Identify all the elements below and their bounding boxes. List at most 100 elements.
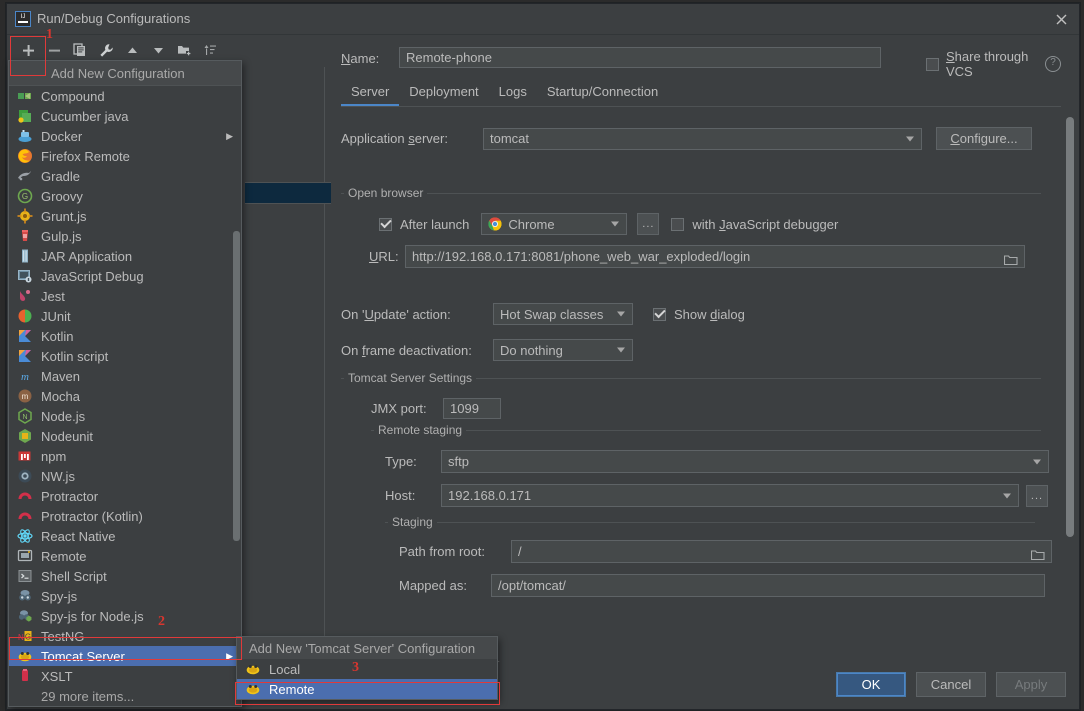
popup-item-javascript-debug[interactable]: JavaScript Debug [9,266,241,286]
path-from-root-input[interactable]: / [511,540,1052,563]
close-icon[interactable] [1049,8,1073,30]
js-debugger-checkbox[interactable] [671,217,685,231]
testng-icon: NG [17,628,33,644]
popup-item-mocha[interactable]: m Mocha [9,386,241,406]
form-scrollbar-thumb[interactable] [1066,117,1074,537]
popup-item-jar-application[interactable]: JAR Application [9,246,241,266]
edit-templates-button[interactable] [94,39,118,61]
browser-combo[interactable]: Chrome [481,213,628,235]
on-update-action-combo[interactable]: Hot Swap classes [493,303,633,325]
move-down-button[interactable] [146,39,170,61]
popup-item-label: Shell Script [41,568,107,584]
popup-item-maven[interactable]: m Maven [9,366,241,386]
name-label: Name: [341,51,380,66]
popup-item-firefox-remote[interactable]: Firefox Remote [9,146,241,166]
mapped-as-input[interactable]: /opt/tomcat/ [491,574,1045,597]
popup-item-gradle[interactable]: Gradle [9,166,241,186]
chevron-right-icon: ▶ [226,130,233,141]
popup-item-node-js[interactable]: N Node.js [9,406,241,426]
submenu-item-local[interactable]: Local [237,659,497,679]
tomcat-server-popup-item[interactable]: Tomcat Server ▶ [9,646,241,666]
folder-icon[interactable] [1030,546,1045,560]
ok-button[interactable]: OK [836,672,906,697]
tab-server[interactable]: Server [341,80,400,106]
popup-item-cucumber-java[interactable]: Cucumber java [9,106,241,126]
popup-item-protractor[interactable]: Protractor [9,486,241,506]
url-label: URL: [369,249,399,264]
show-dialog-checkbox[interactable] [653,307,666,321]
popup-item-spy-js[interactable]: Spy-js [9,586,241,606]
popup-item-groovy[interactable]: G Groovy [9,186,241,206]
after-launch-checkbox[interactable] [379,217,392,231]
popup-item-more-items[interactable]: 29 more items... [9,686,241,706]
on-update-action-label: On 'Update' action: [341,306,451,322]
tomcat-server-settings-group: Tomcat Server Settings JMX port: 1099 Re… [341,371,1052,668]
selected-configuration-row[interactable] [245,182,331,204]
popup-item-junit[interactable]: JUnit [9,306,241,326]
jmx-port-input[interactable]: 1099 [443,398,501,419]
shell-script-icon [17,568,33,584]
url-input[interactable]: http://192.168.0.171:8081/phone_web_war_… [405,245,1025,268]
help-icon[interactable]: ? [1045,56,1061,72]
folder-icon[interactable] [1003,251,1018,265]
popup-item-gulp-js[interactable]: Gulp.js [9,226,241,246]
popup-item-compound[interactable]: Compound [9,86,241,106]
application-server-combo[interactable]: tomcat [483,127,922,150]
staging-type-combo[interactable]: sftp [441,450,1049,473]
popup-item-xslt[interactable]: XSLT [9,666,241,686]
browser-ellipsis-button[interactable]: ... [637,213,660,235]
popup-item-nw-js[interactable]: NW.js [9,466,241,486]
on-frame-deactivation-combo[interactable]: Do nothing [493,339,633,361]
staging-host-combo[interactable]: 192.168.0.171 [441,484,1019,507]
popup-item-jest[interactable]: Jest [9,286,241,306]
chevron-down-icon [1003,493,1011,498]
apply-button[interactable]: Apply [996,672,1066,697]
name-input-value: Remote-phone [406,50,492,65]
nodeunit-icon [17,428,33,444]
remote-staging-title: Remote staging [374,423,467,437]
tab-logs[interactable]: Logs [489,80,537,105]
popup-item-label: Cucumber java [41,108,129,124]
tab-deployment[interactable]: Deployment [399,80,488,105]
popup-item-shell-script[interactable]: Shell Script [9,566,241,586]
jmx-port-row: JMX port: 1099 [371,398,501,419]
chevron-right-icon: ▶ [226,650,233,661]
cancel-button[interactable]: Cancel [916,672,986,697]
popup-item-remote[interactable]: Remote [9,546,241,566]
jar-icon [17,248,33,264]
share-through-vcs-control[interactable]: Share through VCS ? [926,49,1061,79]
popup-item-label: Spy-js for Node.js [41,608,144,624]
react-native-icon [17,528,33,544]
group-divider [371,430,1041,431]
popup-item-nodeunit[interactable]: Nodeunit [9,426,241,446]
popup-item-docker[interactable]: Docker ▶ [9,126,241,146]
staging-host-browse-button[interactable]: ... [1026,484,1048,507]
nwjs-icon [17,468,33,484]
popup-list[interactable]: Compound Cucumber java Docker ▶ Firefox Remo… [9,86,241,706]
open-browser-group-title: Open browser [344,186,428,200]
add-configuration-button[interactable] [16,39,40,61]
popup-scrollbar-thumb[interactable] [233,231,240,541]
on-frame-deactivation-row: On frame deactivation: Do nothing [341,339,633,361]
popup-item-kotlin[interactable]: Kotlin [9,326,241,346]
move-into-folder-button[interactable] [172,39,196,61]
tab-startup-connection[interactable]: Startup/Connection [537,80,668,105]
share-through-vcs-checkbox[interactable] [926,57,939,71]
configure-button[interactable]: Configure... [936,127,1032,150]
url-input-value: http://192.168.0.171:8081/phone_web_war_… [412,249,751,264]
popup-item-label: Protractor [41,488,99,504]
popup-item-testng[interactable]: N G TestNG [9,626,241,646]
name-input[interactable]: Remote-phone [399,47,881,68]
popup-item-spy-js-for-node-js[interactable]: Spy-js for Node.js [9,606,241,626]
popup-item-protractor-kotlin[interactable]: Protractor (Kotlin) [9,506,241,526]
submenu-item-remote[interactable]: Remote [237,679,497,699]
popup-item-react-native[interactable]: React Native [9,526,241,546]
sort-configurations-button[interactable] [198,39,222,61]
popup-item-kotlin-script[interactable]: Kotlin script [9,346,241,366]
popup-item-grunt-js[interactable]: Grunt.js [9,206,241,226]
popup-item-npm[interactable]: npm [9,446,241,466]
configurations-tree-right-column[interactable] [240,67,325,667]
copy-configuration-button[interactable] [68,39,92,61]
tomcat-icon [245,681,261,697]
move-up-button[interactable] [120,39,144,61]
